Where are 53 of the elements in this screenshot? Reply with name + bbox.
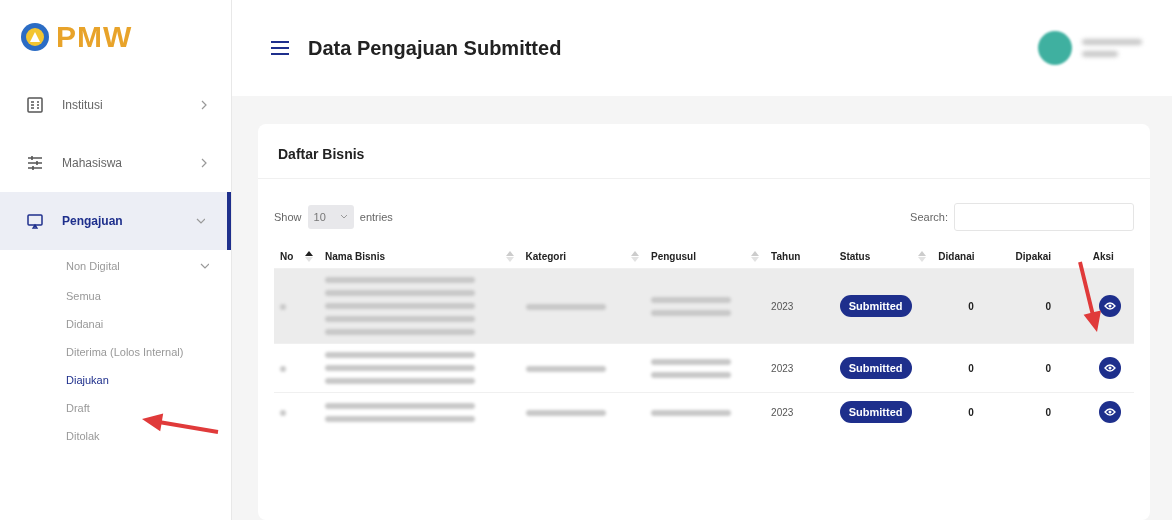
submenu-item[interactable]: Diajukan bbox=[0, 366, 231, 394]
sort-icon bbox=[751, 251, 760, 262]
column-header[interactable]: Pengusul bbox=[645, 245, 766, 269]
status-badge: Submitted bbox=[839, 401, 912, 423]
column-header[interactable]: Status bbox=[833, 245, 933, 269]
status-badge: Submitted bbox=[839, 357, 912, 379]
monitor-icon bbox=[26, 212, 44, 230]
table-cell: 2023 bbox=[771, 362, 794, 374]
sort-icon bbox=[505, 251, 514, 262]
table-cell: 0 bbox=[1045, 362, 1051, 374]
view-button[interactable] bbox=[1099, 357, 1122, 379]
column-header[interactable]: Kategori bbox=[519, 245, 645, 269]
search-label: Search: bbox=[910, 211, 948, 223]
sort-icon bbox=[631, 251, 639, 262]
eye-icon bbox=[1104, 408, 1117, 416]
logo-text: PMW bbox=[56, 20, 133, 54]
show-label: Show bbox=[274, 211, 302, 223]
view-button[interactable] bbox=[1099, 295, 1122, 317]
chevron-right-icon bbox=[199, 157, 209, 169]
table-cell: 2023 bbox=[771, 406, 794, 418]
menu-icon[interactable] bbox=[270, 40, 290, 56]
avatar[interactable] bbox=[1038, 31, 1072, 65]
entries-label: entries bbox=[359, 211, 393, 223]
table-cell: 2023 bbox=[771, 300, 794, 312]
column-header[interactable]: Tahun bbox=[765, 245, 834, 269]
column-header[interactable]: Dipakai bbox=[1009, 245, 1087, 269]
search-field[interactable] bbox=[954, 203, 1134, 231]
sort-ascending-icon bbox=[305, 251, 314, 262]
eye-icon bbox=[1104, 364, 1117, 372]
table-cell: 0 bbox=[968, 362, 974, 374]
table-cell: 0 bbox=[1045, 300, 1051, 312]
entries-select[interactable]: 10 bbox=[307, 205, 354, 229]
column-header[interactable]: Nama Bisnis bbox=[319, 245, 520, 269]
sliders-icon bbox=[26, 154, 44, 172]
status-badge: Submitted bbox=[839, 295, 912, 317]
column-header[interactable]: Aksi bbox=[1086, 245, 1134, 269]
sidebar-item[interactable]: Institusi bbox=[0, 76, 231, 134]
caret-icon bbox=[339, 214, 348, 220]
sort-icon bbox=[918, 251, 927, 262]
table-cell: 0 bbox=[968, 406, 974, 418]
eye-icon bbox=[1104, 302, 1117, 310]
building-icon bbox=[26, 96, 44, 114]
sidebar-item[interactable]: Mahasiswa bbox=[0, 134, 231, 192]
view-button[interactable] bbox=[1099, 401, 1122, 423]
sidebar-item[interactable]: Pengajuan bbox=[0, 192, 231, 250]
card-title: Daftar Bisnis bbox=[278, 146, 366, 162]
column-header[interactable]: Didanai bbox=[932, 245, 1010, 269]
emblem-icon bbox=[20, 22, 50, 52]
table-cell: 0 bbox=[1045, 406, 1051, 418]
column-header[interactable]: No bbox=[274, 245, 320, 269]
table-cell: 0 bbox=[968, 300, 974, 312]
chevron-right-icon bbox=[199, 99, 209, 111]
page-title: Data Pengajuan Submitted bbox=[308, 36, 563, 60]
